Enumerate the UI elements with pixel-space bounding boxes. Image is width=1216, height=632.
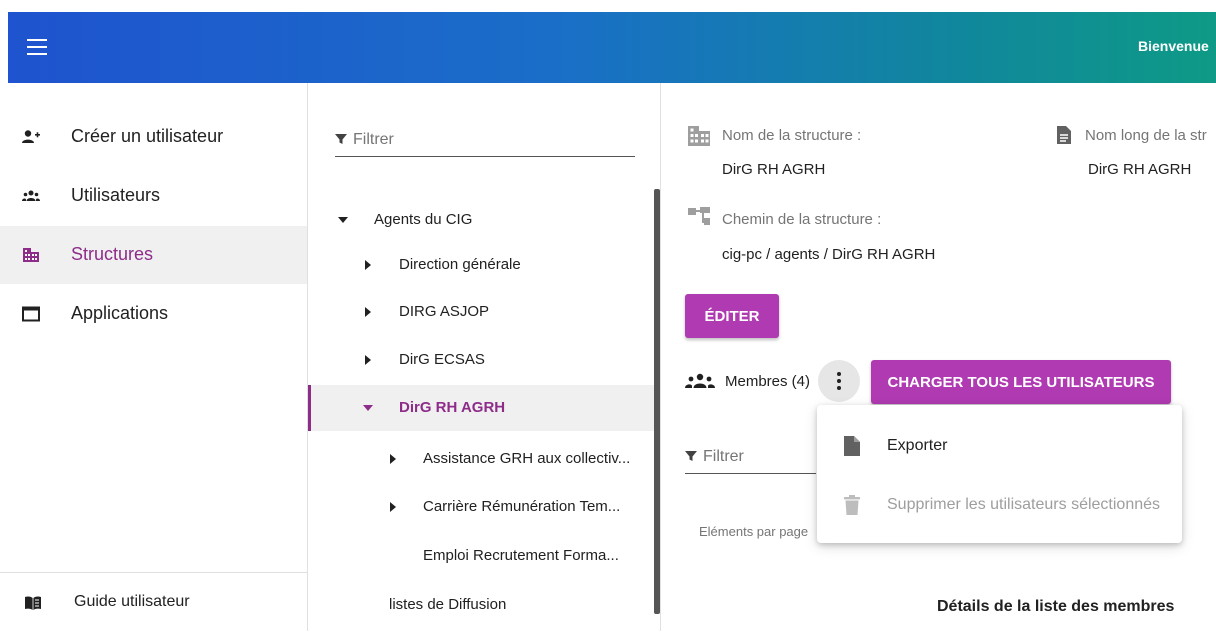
sidebar-item-label: Créer un utilisateur (71, 126, 224, 146)
filter-icon (335, 134, 347, 144)
structure-tree-panel: Agents du CIG Direction générale DIRG AS… (308, 83, 661, 631)
sidebar-item-users[interactable]: Utilisateurs (0, 167, 307, 225)
tree-node-label: Carrière Rémunération Tem... (423, 498, 621, 515)
trash-icon (844, 495, 860, 515)
tree-node-listes-de-diffusion[interactable]: listes de Diffusion (308, 582, 654, 628)
tree-filter-input[interactable] (351, 130, 625, 150)
sidebar-item-label: Utilisateurs (71, 185, 161, 205)
sidebar-item-label: Applications (71, 303, 169, 323)
tree-node-carriere-remuneration[interactable]: Carrière Rémunération Tem... (308, 484, 654, 530)
structure-long-name-label: Nom long de la str (1085, 127, 1207, 144)
items-per-page-label: Eléments par page (699, 524, 809, 539)
structure-name-value: DirG RH AGRH (722, 161, 826, 178)
menu-item-export[interactable]: Exporter (817, 417, 1182, 475)
members-actions-menu: Exporter Supprimer les utilisateurs séle… (817, 405, 1182, 543)
tree-node-label: DirG RH AGRH (399, 399, 506, 416)
edit-button[interactable]: ÉDITER (685, 294, 779, 338)
sidebar: Créer un utilisateur Utilisateurs Struct… (0, 83, 308, 631)
user-guide-link[interactable]: Guide utilisateur (0, 572, 307, 632)
sidebar-item-structures[interactable]: Structures (0, 226, 307, 284)
sidebar-item-create-user[interactable]: Créer un utilisateur (0, 108, 307, 166)
building-icon (23, 248, 39, 262)
building-icon (688, 126, 710, 146)
top-app-bar: Bienvenue (8, 12, 1216, 83)
file-icon (844, 436, 860, 456)
tree-node-label: DirG ECSAS (399, 351, 485, 368)
tree-node-emploi-recrutement[interactable]: Emploi Recrutement Forma... (308, 533, 654, 579)
members-icon (685, 373, 715, 388)
tree-node-assistance-grh[interactable]: Assistance GRH aux collectiv... (308, 436, 654, 482)
caret-down-icon[interactable] (337, 216, 349, 224)
more-vert-icon[interactable] (818, 360, 860, 402)
tree-node-label: DIRG ASJOP (399, 303, 490, 320)
structure-long-name-value: DirG RH AGRH (1088, 161, 1192, 178)
add-user-icon (22, 130, 40, 143)
caret-right-icon[interactable] (389, 501, 397, 513)
sidebar-item-applications[interactable]: Applications (0, 285, 307, 343)
tree-node-label: Emploi Recrutement Forma... (423, 547, 619, 564)
tree-node-agents-du-cig[interactable]: Agents du CIG (308, 197, 654, 243)
window-icon (22, 306, 40, 322)
welcome-text: Bienvenue (1138, 38, 1209, 54)
menu-item-delete-selected[interactable]: Supprimer les utilisateurs sélectionnés (817, 476, 1182, 534)
caret-right-icon[interactable] (364, 306, 372, 318)
tree-node-label: Assistance GRH aux collectiv... (423, 450, 631, 467)
caret-right-icon[interactable] (364, 354, 372, 366)
members-details-title: Détails de la liste des membres (937, 598, 1175, 615)
caret-right-icon[interactable] (364, 259, 372, 271)
structure-path-label: Chemin de la structure : (722, 211, 882, 228)
hierarchy-icon (688, 207, 710, 225)
tree-node-label: Agents du CIG (374, 211, 473, 228)
caret-down-icon[interactable] (362, 404, 374, 412)
structure-detail-panel: Nom de la structure : DirG RH AGRH Nom l… (661, 83, 1216, 631)
tree-node-dirg-ecsas[interactable]: DirG ECSAS (308, 337, 654, 383)
tree-node-dirg-rh-agrh[interactable]: DirG RH AGRH (308, 385, 654, 431)
structure-path-value: cig-pc / agents / DirG RH AGRH (722, 246, 936, 263)
caret-right-icon[interactable] (389, 453, 397, 465)
book-icon (25, 596, 41, 610)
menu-item-label: Supprimer les utilisateurs sélectionnés (887, 496, 1161, 513)
tree-node-label: Direction générale (399, 256, 521, 273)
load-all-users-button[interactable]: CHARGER TOUS LES UTILISATEURS (871, 360, 1171, 404)
tree-node-dirg-asjop[interactable]: DIRG ASJOP (308, 289, 654, 335)
structure-name-label: Nom de la structure : (722, 127, 862, 144)
menu-item-label: Exporter (887, 437, 948, 454)
members-filter (685, 443, 816, 474)
tree-scrollbar[interactable] (654, 189, 660, 614)
members-count: Membres (4) (725, 373, 811, 390)
members-filter-input[interactable] (701, 447, 815, 467)
users-icon (22, 190, 40, 201)
hamburger-menu-icon[interactable] (27, 39, 47, 55)
sidebar-item-label: Structures (71, 244, 154, 264)
filter-icon (685, 451, 697, 461)
tree-node-label: listes de Diffusion (389, 596, 507, 613)
tree-filter (335, 126, 635, 157)
document-icon (1057, 126, 1071, 144)
user-guide-label: Guide utilisateur (74, 593, 190, 610)
tree-node-direction-generale[interactable]: Direction générale (308, 242, 654, 288)
